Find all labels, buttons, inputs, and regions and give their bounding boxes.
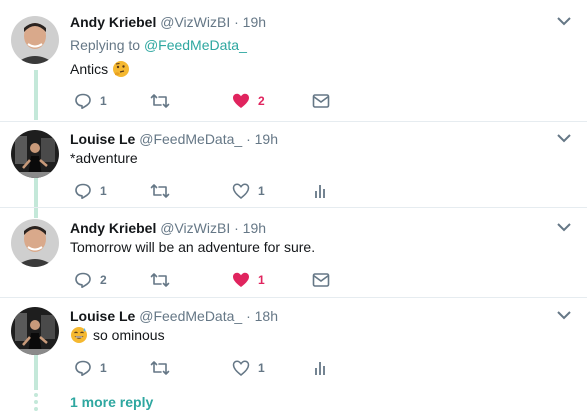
direct-message-button[interactable] xyxy=(312,91,330,111)
chevron-down-icon[interactable] xyxy=(556,221,572,233)
separator: · xyxy=(234,220,239,236)
author-handle[interactable]: @VizWizBI xyxy=(160,14,230,30)
tweet-header: Louise Le @FeedMeData_ · 18h xyxy=(70,307,278,325)
author-handle[interactable]: @VizWizBI xyxy=(160,220,230,236)
timestamp[interactable]: 19h xyxy=(255,131,278,147)
chevron-down-icon[interactable] xyxy=(556,132,572,144)
tweet-text-content: Tomorrow will be an adventure for sure. xyxy=(70,239,316,255)
tweet-header: Andy Kriebel @VizWizBI · 19h xyxy=(70,13,266,31)
tweet-text-content: *adventure xyxy=(70,150,138,166)
reply-count: 1 xyxy=(100,94,107,108)
like-count: 1 xyxy=(258,273,265,287)
tweet-actions: 1 1 xyxy=(70,358,340,378)
avatar[interactable] xyxy=(11,219,59,267)
chevron-down-icon[interactable] xyxy=(556,309,572,321)
timestamp[interactable]: 19h xyxy=(243,14,266,30)
retweet-button[interactable] xyxy=(150,358,170,378)
tweet-text: Tomorrow will be an adventure for sure. xyxy=(70,237,315,257)
tweet[interactable]: Andy Kriebel @VizWizBI · 19h Replying to… xyxy=(0,13,587,121)
heart-outline-icon xyxy=(232,183,250,199)
like-count: 1 xyxy=(258,361,265,375)
replying-prefix: Replying to xyxy=(70,37,141,53)
thinking-face-icon xyxy=(113,61,130,77)
tweet[interactable]: Louise Le @FeedMeData_ · 18h so ominous … xyxy=(0,307,587,387)
replying-to: Replying to @FeedMeData_ xyxy=(70,37,247,53)
author-name[interactable]: Andy Kriebel xyxy=(70,14,156,30)
tweet[interactable]: Louise Le @FeedMeData_ · 19h *adventure … xyxy=(0,130,587,208)
avatar[interactable] xyxy=(11,16,59,64)
reply-count: 1 xyxy=(100,361,107,375)
divider xyxy=(0,207,587,208)
chevron-down-icon[interactable] xyxy=(556,15,572,27)
tweet-text-content: Antics xyxy=(70,61,109,77)
like-count: 2 xyxy=(258,94,265,108)
tweet-text: Antics xyxy=(70,59,130,79)
timestamp[interactable]: 19h xyxy=(243,220,266,236)
separator: · xyxy=(246,308,251,324)
reply-button[interactable]: 1 xyxy=(74,181,107,201)
reply-icon xyxy=(75,272,91,288)
reply-count: 2 xyxy=(100,273,107,287)
retweet-button[interactable] xyxy=(150,91,170,111)
timestamp[interactable]: 18h xyxy=(255,308,278,324)
retweet-icon xyxy=(150,273,170,287)
direct-message-button[interactable] xyxy=(312,270,330,290)
retweet-button[interactable] xyxy=(150,270,170,290)
retweet-icon xyxy=(150,184,170,198)
separator: · xyxy=(246,131,251,147)
tweet[interactable]: Andy Kriebel @VizWizBI · 19h Tomorrow wi… xyxy=(0,219,587,299)
analytics-button[interactable] xyxy=(314,358,328,378)
mail-icon xyxy=(312,94,330,108)
tweet-actions: 2 1 xyxy=(70,270,340,290)
reply-count: 1 xyxy=(100,184,107,198)
reply-icon xyxy=(75,360,91,376)
reply-icon xyxy=(75,183,91,199)
like-count: 1 xyxy=(258,184,265,198)
like-button[interactable]: 2 xyxy=(232,91,265,111)
tweet-actions: 1 1 xyxy=(70,181,340,201)
like-button[interactable]: 1 xyxy=(232,358,265,378)
like-button[interactable]: 1 xyxy=(232,181,265,201)
tweet-text: so ominous xyxy=(70,325,165,345)
reply-button[interactable]: 2 xyxy=(74,270,107,290)
tweet-header: Louise Le @FeedMeData_ · 19h xyxy=(70,130,278,148)
sweat-smile-icon xyxy=(71,327,87,343)
analytics-icon xyxy=(315,185,325,198)
replying-to-link[interactable]: @FeedMeData_ xyxy=(144,37,247,53)
separator: · xyxy=(234,14,239,30)
tweet-text-content: so ominous xyxy=(93,327,165,343)
author-handle[interactable]: @FeedMeData_ xyxy=(139,308,242,324)
heart-filled-icon xyxy=(233,272,249,287)
reply-button[interactable]: 1 xyxy=(74,358,107,378)
retweet-icon xyxy=(150,94,170,108)
heart-outline-icon xyxy=(232,360,250,376)
reply-icon xyxy=(75,93,91,109)
retweet-button[interactable] xyxy=(150,181,170,201)
avatar[interactable] xyxy=(11,130,59,178)
analytics-button[interactable] xyxy=(314,181,328,201)
reply-button[interactable]: 1 xyxy=(74,91,107,111)
tweet-text: *adventure xyxy=(70,148,138,168)
author-name[interactable]: Louise Le xyxy=(70,131,135,147)
like-button[interactable]: 1 xyxy=(232,270,265,290)
more-replies-link[interactable]: 1 more reply xyxy=(70,394,153,410)
retweet-icon xyxy=(150,361,170,375)
divider xyxy=(0,297,587,298)
more-replies-dots xyxy=(34,393,38,411)
avatar[interactable] xyxy=(11,307,59,355)
heart-filled-icon xyxy=(233,93,249,108)
analytics-icon xyxy=(315,362,325,375)
divider xyxy=(0,121,587,122)
author-handle[interactable]: @FeedMeData_ xyxy=(139,131,242,147)
tweet-actions: 1 2 xyxy=(70,91,340,111)
mail-icon xyxy=(312,273,330,287)
tweet-header: Andy Kriebel @VizWizBI · 19h xyxy=(70,219,266,237)
author-name[interactable]: Louise Le xyxy=(70,308,135,324)
author-name[interactable]: Andy Kriebel xyxy=(70,220,156,236)
